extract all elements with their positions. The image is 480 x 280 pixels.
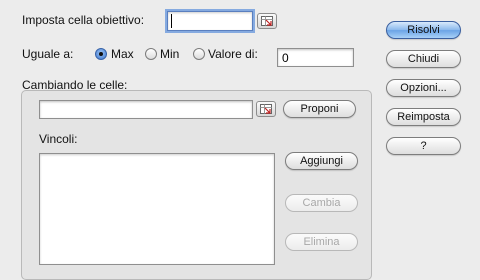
radio-value-of-label[interactable]: Valore di: [208,47,258,61]
add-constraint-button[interactable]: Aggiungi [285,152,358,170]
equal-to-label: Uguale a: [22,47,74,61]
options-button[interactable]: Opzioni... [386,79,461,97]
solve-button[interactable]: Risolvi [386,21,461,39]
change-constraint-button[interactable]: Cambia [285,194,358,212]
spreadsheet-icon [260,104,272,114]
reset-button[interactable]: Reimposta [386,108,461,126]
value-of-input[interactable]: 0 [277,48,354,67]
guess-button[interactable]: Proponi [283,100,356,118]
radio-max[interactable] [95,48,107,60]
text-caret [171,14,172,28]
constraints-list[interactable] [39,153,275,265]
delete-constraint-button[interactable]: Elimina [285,233,358,251]
close-button[interactable]: Chiudi [386,50,461,68]
target-cell-label: Imposta cella obiettivo: [22,13,145,27]
target-cell-input[interactable] [167,11,253,31]
radio-min-label[interactable]: Min [160,47,179,61]
constraints-label: Vincoli: [39,132,78,146]
cell-range-picker-icon[interactable] [257,13,277,29]
changing-cells-input[interactable] [39,100,253,119]
radio-min[interactable] [145,48,157,60]
radio-max-label[interactable]: Max [111,47,134,61]
spreadsheet-icon [261,16,273,26]
radio-value-of[interactable] [193,48,205,60]
cell-range-picker-icon[interactable] [256,101,276,117]
help-button[interactable]: ? [386,137,461,155]
